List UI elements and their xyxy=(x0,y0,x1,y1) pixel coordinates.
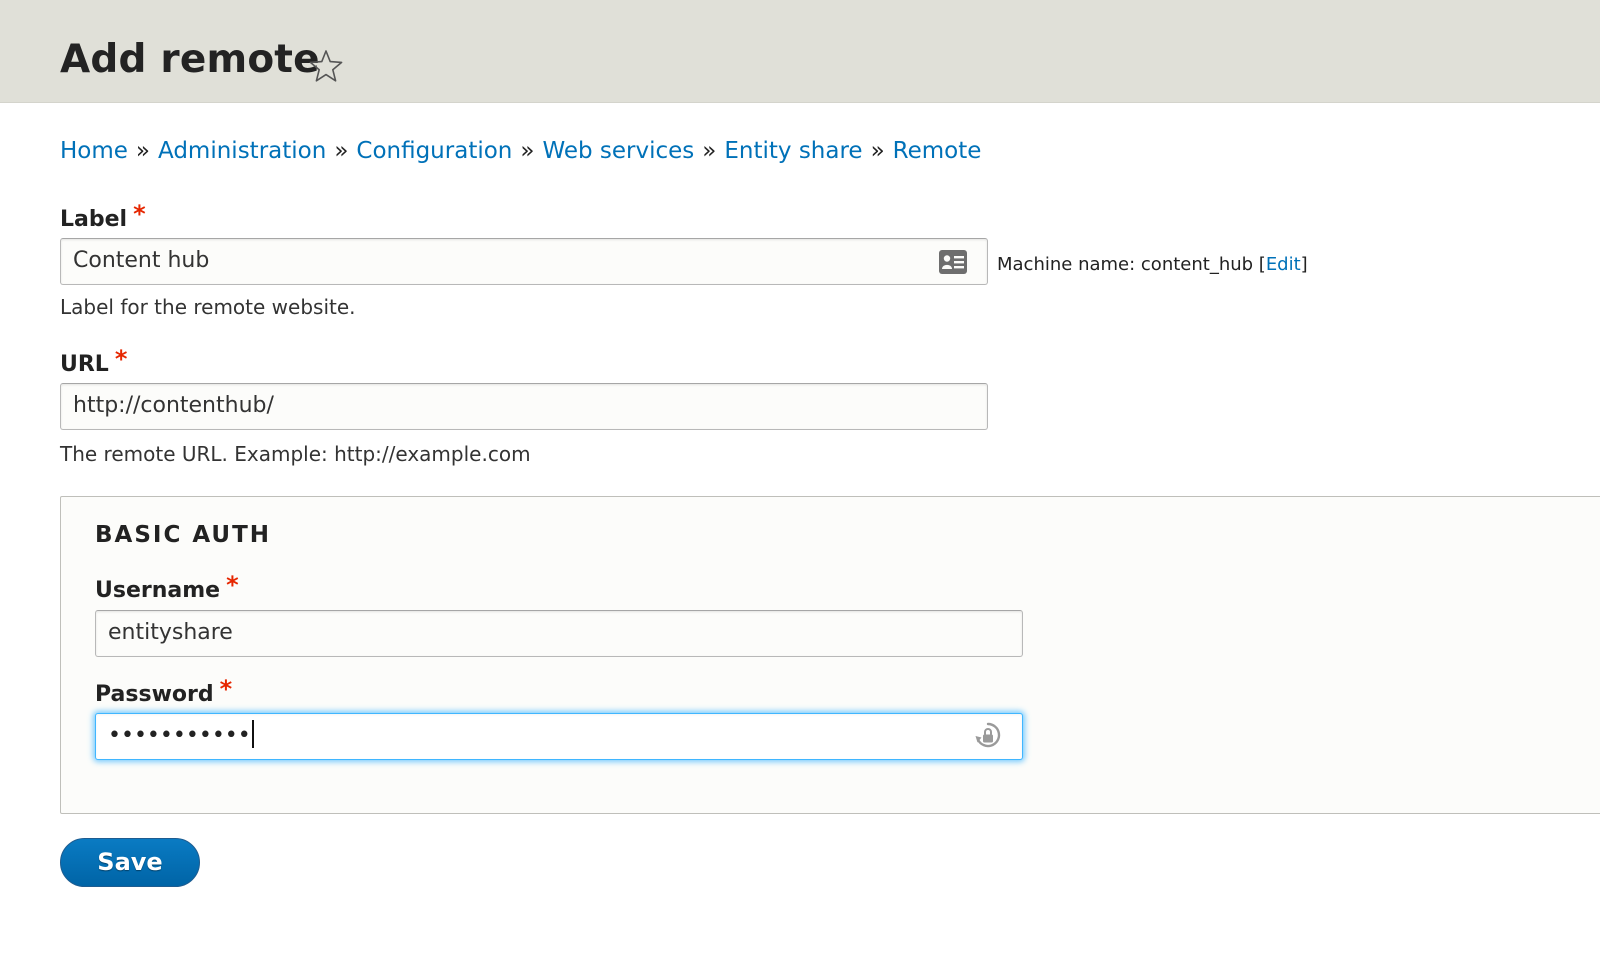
page-header: Add remote xyxy=(0,0,1600,103)
password-input[interactable]: ••••••••••• xyxy=(95,713,1023,760)
password-input-value: ••••••••••• xyxy=(108,723,251,748)
username-input[interactable]: entityshare xyxy=(95,610,1023,657)
required-marker: * xyxy=(226,571,239,599)
machine-name-prefix: Machine name: content_hub [ xyxy=(997,254,1266,275)
star-icon[interactable] xyxy=(308,48,344,84)
machine-name: Machine name: content_hub [Edit] xyxy=(997,253,1308,277)
breadcrumb-separator: » xyxy=(702,138,717,164)
breadcrumb: Home » Administration » Configuration » Web se… xyxy=(60,136,981,166)
breadcrumb-remote[interactable]: Remote xyxy=(893,138,982,164)
required-marker: * xyxy=(219,675,233,703)
save-button[interactable]: Save xyxy=(60,838,200,887)
username-field-label-text: Username xyxy=(95,578,221,603)
breadcrumb-separator: » xyxy=(520,138,535,164)
label-input-value: Content hub xyxy=(73,248,210,273)
breadcrumb-entity-share[interactable]: Entity share xyxy=(724,138,862,164)
required-marker: * xyxy=(133,200,146,228)
password-lock-icon[interactable] xyxy=(974,721,1002,753)
label-field-description: Label for the remote website. xyxy=(60,295,356,319)
page-title: Add remote xyxy=(60,37,320,82)
text-caret xyxy=(251,720,254,748)
basic-auth-legend: Basic Auth xyxy=(95,522,272,548)
breadcrumb-separator: » xyxy=(135,138,150,164)
breadcrumb-web-services[interactable]: Web services xyxy=(542,138,694,164)
breadcrumb-configuration[interactable]: Configuration xyxy=(356,138,512,164)
breadcrumb-home[interactable]: Home xyxy=(60,138,128,164)
password-field-label: Password * xyxy=(95,676,232,708)
password-field-label-text: Password xyxy=(95,682,214,707)
username-field-label: Username * xyxy=(95,572,239,604)
machine-name-edit-link[interactable]: Edit xyxy=(1266,254,1301,275)
breadcrumb-separator: » xyxy=(334,138,349,164)
contact-card-icon xyxy=(939,250,967,274)
machine-name-suffix: ] xyxy=(1300,254,1308,275)
breadcrumb-administration[interactable]: Administration xyxy=(158,138,326,164)
url-field-label: URL * xyxy=(60,346,127,378)
url-input-value: http://contenthub/ xyxy=(73,393,274,418)
label-field-label-text: Label xyxy=(60,207,128,232)
username-input-value: entityshare xyxy=(108,620,233,645)
url-field-label-text: URL xyxy=(60,352,109,377)
required-marker: * xyxy=(114,345,128,373)
label-field-label: Label * xyxy=(60,201,146,233)
label-input[interactable]: Content hub xyxy=(60,238,988,285)
breadcrumb-separator: » xyxy=(870,138,885,164)
url-input[interactable]: http://contenthub/ xyxy=(60,383,988,430)
url-field-description: The remote URL. Example: http://example.… xyxy=(60,442,531,466)
